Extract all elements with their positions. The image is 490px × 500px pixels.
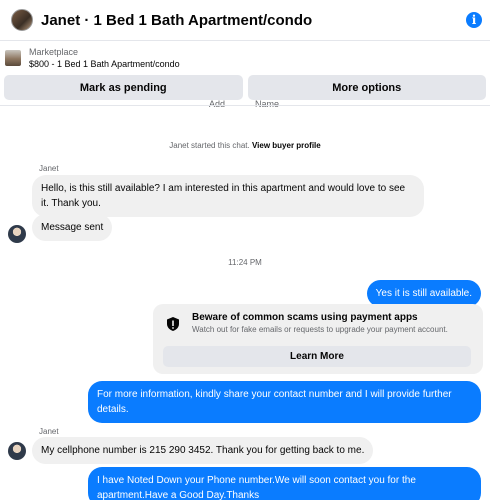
listing-title: $800 - 1 Bed 1 Bath Apartment/condo [29,59,180,69]
system-note-text: Janet started this chat. [169,141,252,150]
cut-off-label: Name [255,99,280,109]
scam-warning-card: Beware of common scams using payment app… [153,304,483,374]
cut-off-label: Add [209,99,226,109]
listing-actions: Mark as pending More options [4,75,486,100]
view-buyer-profile-link[interactable]: View buyer profile [252,141,321,150]
sender-name: Janet [39,427,59,436]
avatar[interactable] [8,442,26,460]
avatar[interactable] [8,225,26,243]
message-bubble-outgoing[interactable]: I have Noted Down your Phone number.We w… [88,467,481,500]
divider [0,105,490,106]
info-icon[interactable]: i [466,12,482,28]
more-options-button[interactable]: More options [247,75,486,100]
system-note: Janet started this chat. View buyer prof… [0,141,490,150]
message-bubble-outgoing[interactable]: Yes it is still available. [366,280,481,307]
mark-as-pending-button[interactable]: Mark as pending [4,75,243,100]
listing-banner[interactable]: Marketplace $800 - 1 Bed 1 Bath Apartmen… [0,42,490,74]
warning-title: Beware of common scams using payment app… [192,312,418,323]
chat-title[interactable]: Janet · 1 Bed 1 Bath Apartment/condo [41,12,312,29]
avatar[interactable] [11,9,33,31]
warning-description: Watch out for fake emails or requests to… [192,325,448,334]
message-bubble-outgoing[interactable]: For more information, kindly share your … [88,381,481,423]
message-bubble-incoming[interactable]: My cellphone number is 215 290 3452. Tha… [32,437,374,464]
listing-label: Marketplace [29,47,79,57]
message-bubble-incoming[interactable]: Hello, is this still available? I am int… [32,175,424,217]
listing-image [5,50,21,66]
learn-more-button[interactable]: Learn More [163,346,471,367]
chat-header: Janet · 1 Bed 1 Bath Apartment/condo i [0,0,490,41]
listing-text: Marketplace $800 - 1 Bed 1 Bath Apartmen… [29,46,180,70]
message-bubble-incoming[interactable]: Message sent [32,214,113,241]
shield-icon [167,317,179,331]
sender-name: Janet [39,164,59,173]
timestamp: 11:24 PM [228,258,262,267]
